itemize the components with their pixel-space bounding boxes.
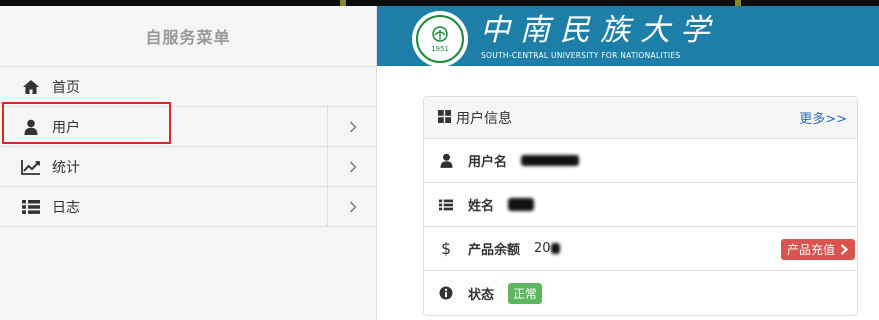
university-logo: 1951 [412, 11, 468, 67]
panel-header: 用户信息 更多>> [424, 97, 857, 139]
university-name-cn: 中南民族大学 [480, 13, 720, 48]
balance-value: 20 [534, 241, 560, 256]
recharge-button-label: 产品充值 [786, 243, 835, 257]
chevron-right-icon[interactable] [327, 187, 377, 227]
chevron-right-icon [840, 244, 849, 255]
recharge-button[interactable]: 产品充值 [780, 239, 855, 260]
logo-year: 1951 [431, 44, 449, 53]
status-row: 状态 正常 [424, 271, 857, 315]
chevron-right-icon[interactable] [327, 147, 377, 187]
university-name-en: SOUTH-CENTRAL UNIVERSITY FOR NATIONALITI… [481, 51, 681, 60]
emblem-icon [432, 25, 448, 42]
sidebar-item-home[interactable]: 首页 [0, 67, 376, 107]
username-value [521, 153, 580, 168]
more-link[interactable]: 更多>> [799, 108, 847, 127]
user-icon [438, 153, 454, 168]
balance-row: $ 产品余额 20 产品充值 [424, 227, 857, 271]
sidebar: 自服务菜单 首页 用户 统计 日志 [0, 6, 377, 320]
sidebar-item-label: 用户 [52, 119, 80, 136]
list-icon [438, 199, 454, 211]
chevron-right-icon[interactable] [327, 107, 377, 147]
username-row: 用户名 [424, 139, 857, 183]
balance-label: 产品余额 [468, 243, 521, 258]
sidebar-item-label: 日志 [52, 199, 80, 216]
info-icon [438, 286, 454, 300]
redacted-text [508, 198, 535, 211]
university-banner: 1951 中南民族大学 SOUTH-CENTRAL UNIVERSITY FOR… [377, 6, 879, 67]
fullname-row: 姓名 [424, 183, 857, 227]
redacted-text [550, 243, 560, 254]
grid-icon [438, 108, 451, 127]
sidebar-item-label: 首页 [52, 79, 80, 96]
fullname-value [508, 197, 535, 212]
sidebar-item-label: 统计 [52, 159, 80, 176]
svg-text:$: $ [441, 240, 451, 257]
username-label: 用户名 [468, 155, 508, 170]
fullname-label: 姓名 [468, 199, 495, 214]
status-label: 状态 [468, 287, 495, 303]
sidebar-title: 自服务菜单 [0, 6, 376, 67]
status-badge: 正常 [508, 282, 543, 304]
sidebar-item-log[interactable]: 日志 [0, 187, 376, 227]
sidebar-item-stats[interactable]: 统计 [0, 147, 376, 187]
panel-title: 用户信息 [456, 110, 512, 127]
chart-line-icon [20, 157, 42, 177]
list-icon [20, 197, 42, 217]
home-icon [20, 77, 42, 97]
user-icon [20, 117, 42, 137]
sidebar-item-user[interactable]: 用户 [0, 107, 376, 147]
user-info-panel: 用户信息 更多>> 用户名 姓名 $ 产品余额 20 产品充值 状态 正常 [423, 96, 858, 316]
redacted-text [521, 155, 580, 166]
dollar-icon: $ [438, 240, 454, 257]
balance-amount: 20 [534, 241, 551, 256]
